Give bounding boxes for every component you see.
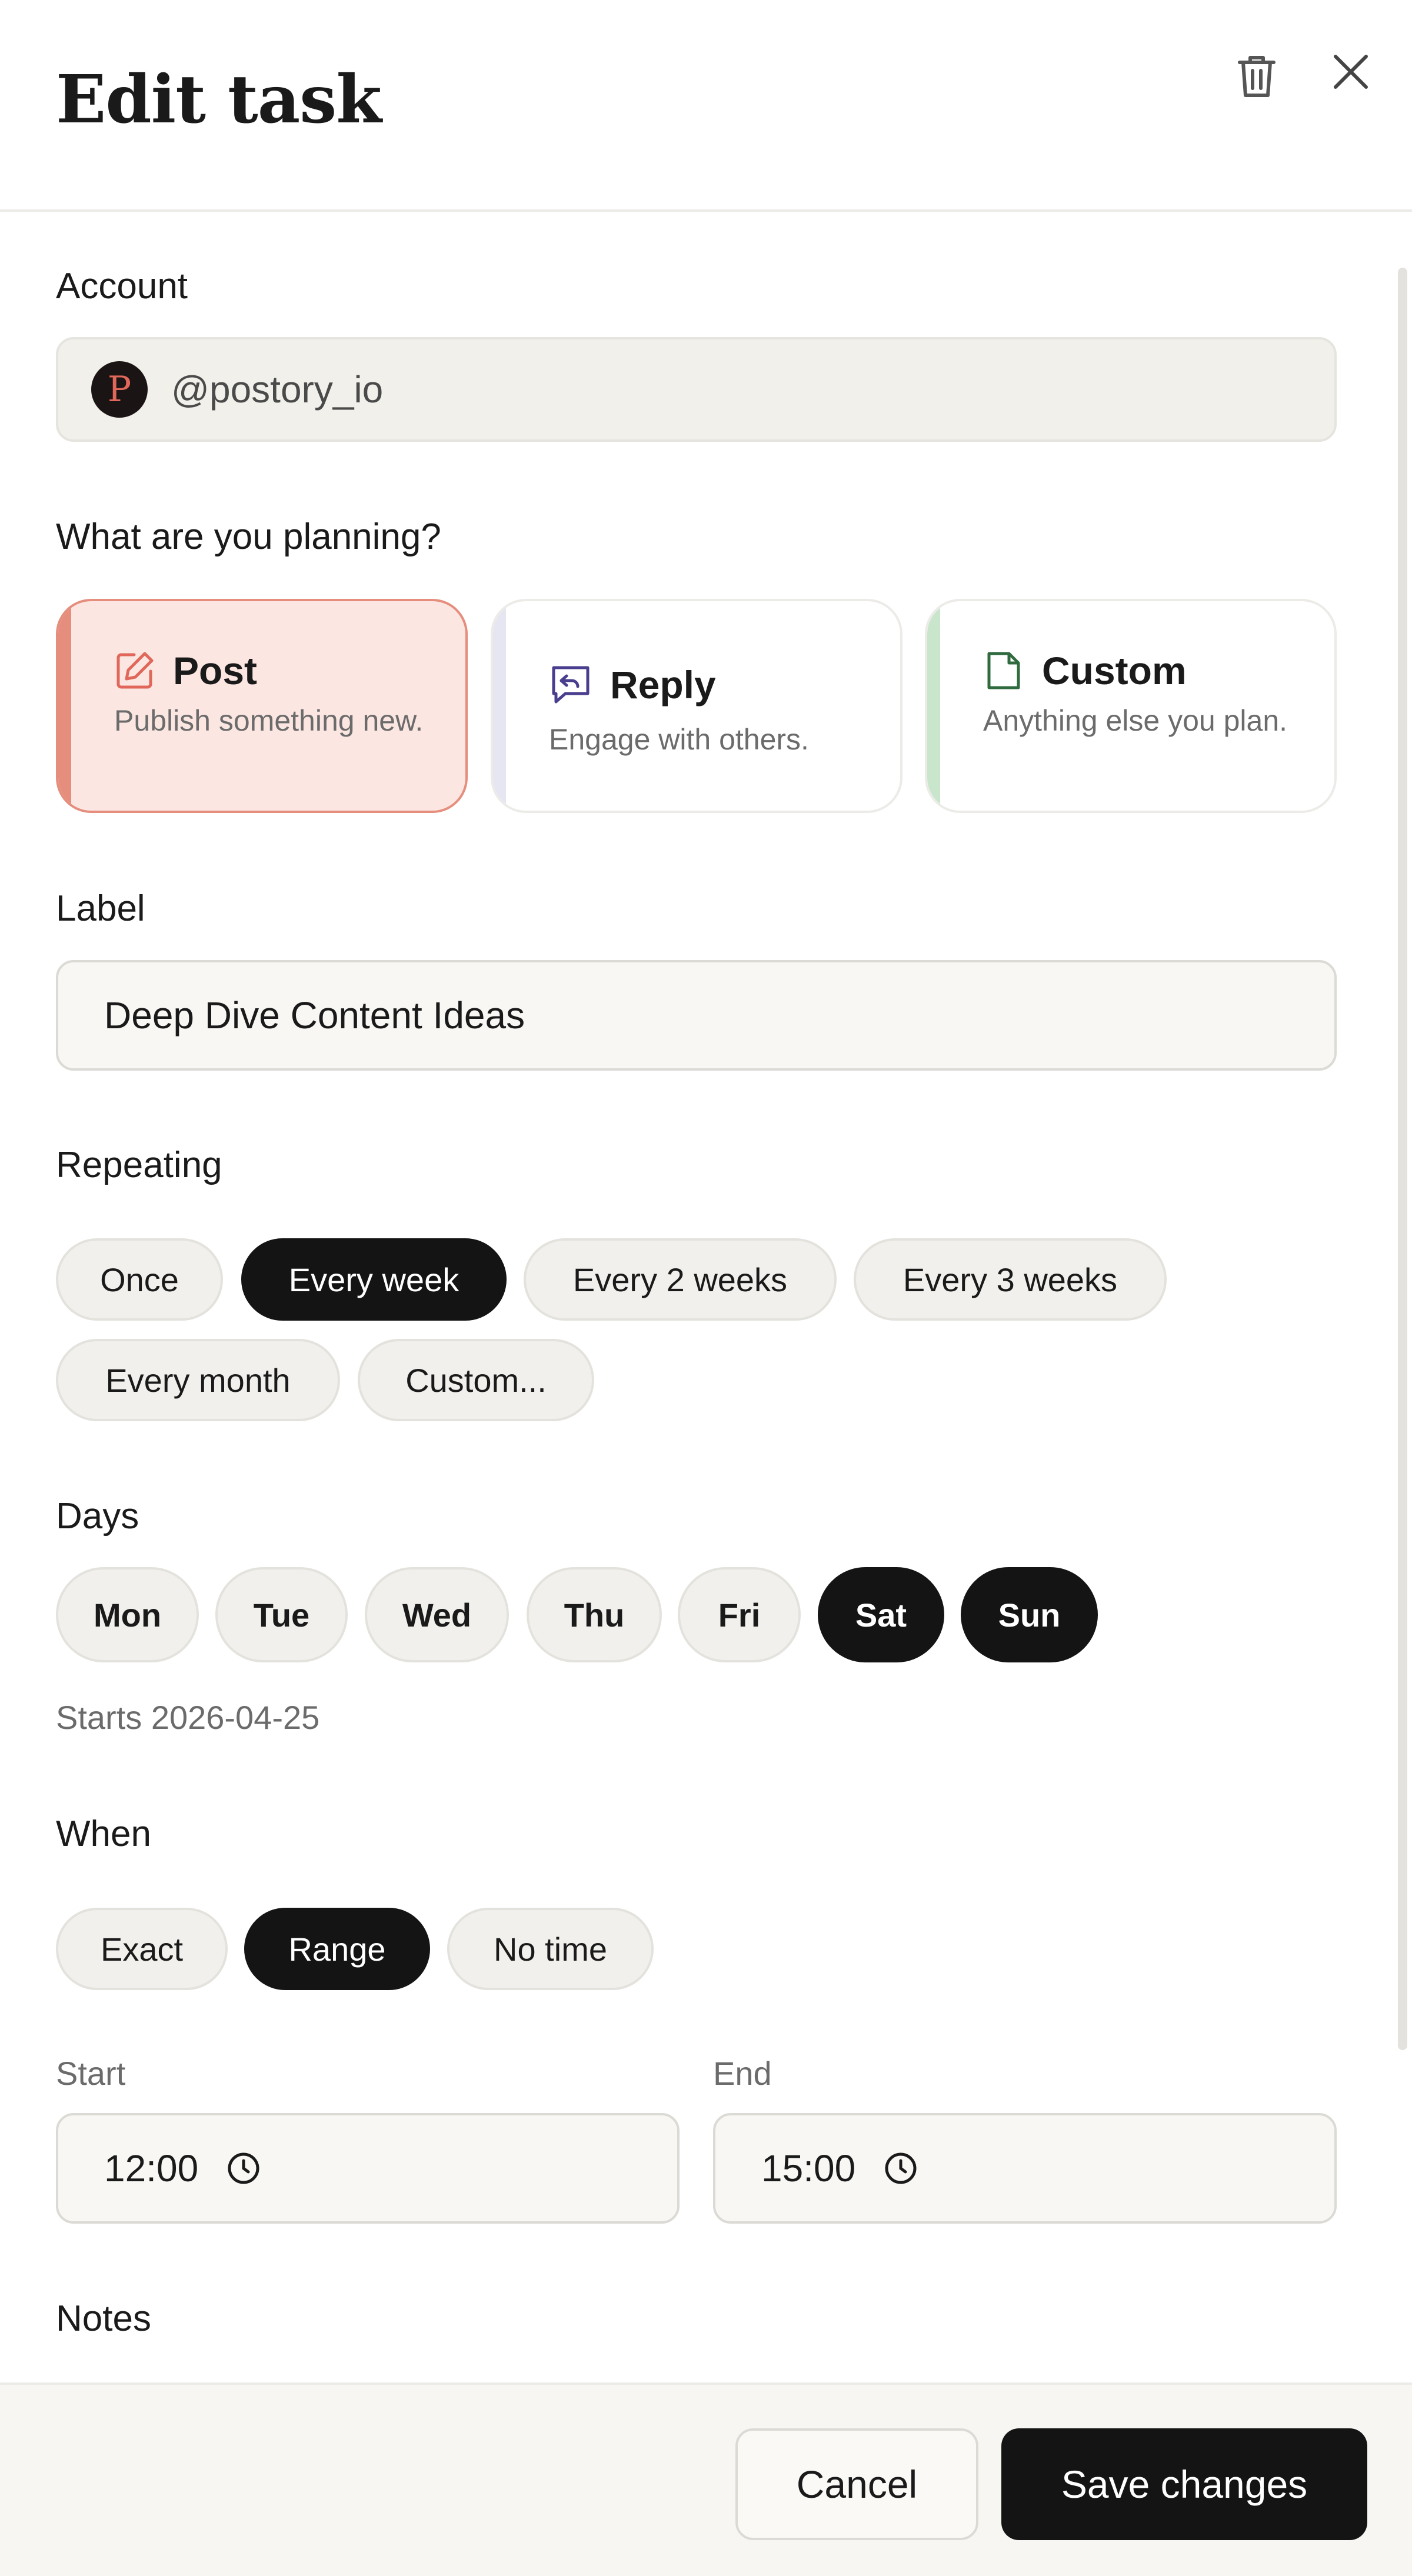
notes-label: Notes <box>56 2298 151 2339</box>
card-description: Anything else you plan. <box>983 704 1288 737</box>
type-card-custom[interactable]: Custom Anything else you plan. <box>925 599 1337 813</box>
start-time-value: 12:00 <box>104 2147 199 2190</box>
document-icon <box>987 652 1020 689</box>
account-field[interactable]: P @postory_io <box>56 337 1337 442</box>
end-time-input[interactable]: 15:00 <box>713 2113 1337 2224</box>
repeat-option-every-week[interactable]: Every week <box>241 1238 507 1321</box>
avatar: P <box>91 361 148 418</box>
dialog-header: Edit task <box>0 0 1412 212</box>
page-title: Edit task <box>56 61 382 138</box>
when-option-no-time[interactable]: No time <box>447 1908 654 1990</box>
card-accent-strip <box>927 601 940 811</box>
repeat-option-every-month[interactable]: Every month <box>56 1339 340 1421</box>
type-card-post[interactable]: Post Publish something new. <box>56 599 468 813</box>
account-label: Account <box>56 266 188 306</box>
day-thu[interactable]: Thu <box>527 1567 662 1662</box>
starts-date: Starts 2026-04-25 <box>56 1699 320 1736</box>
card-title: Reply <box>610 663 716 707</box>
scrollbar[interactable] <box>1398 268 1407 2050</box>
close-icon <box>1334 55 1368 89</box>
label-field-label: Label <box>56 888 145 929</box>
reply-icon <box>552 666 590 704</box>
when-label: When <box>56 1814 151 1854</box>
save-changes-button[interactable]: Save changes <box>1001 2428 1367 2540</box>
planning-label: What are you planning? <box>56 516 441 557</box>
days-label: Days <box>56 1496 139 1537</box>
type-card-reply[interactable]: Reply Engage with others. <box>491 599 903 813</box>
avatar-letter: P <box>107 369 132 410</box>
clock-icon <box>884 2151 918 2185</box>
card-description: Publish something new. <box>114 704 424 737</box>
delete-button[interactable] <box>1227 47 1286 106</box>
day-sat[interactable]: Sat <box>818 1567 944 1662</box>
start-time-input[interactable]: 12:00 <box>56 2113 680 2224</box>
card-accent-strip <box>493 601 506 811</box>
when-option-exact[interactable]: Exact <box>56 1908 228 1990</box>
clock-icon <box>227 2151 261 2185</box>
repeat-option-custom[interactable]: Custom... <box>358 1339 594 1421</box>
end-time-value: 15:00 <box>761 2147 856 2190</box>
day-fri[interactable]: Fri <box>678 1567 801 1662</box>
card-description: Engage with others. <box>549 723 809 756</box>
day-sun[interactable]: Sun <box>961 1567 1098 1662</box>
account-value: @postory_io <box>171 368 384 411</box>
repeating-label: Repeating <box>56 1145 222 1185</box>
trash-icon <box>1238 56 1276 97</box>
day-tue[interactable]: Tue <box>215 1567 348 1662</box>
repeat-option-every-2-weeks[interactable]: Every 2 weeks <box>524 1238 837 1321</box>
when-option-range[interactable]: Range <box>244 1908 430 1990</box>
edit-icon <box>116 652 154 689</box>
repeat-option-once[interactable]: Once <box>56 1238 223 1321</box>
cancel-button[interactable]: Cancel <box>735 2428 978 2540</box>
start-time-label: Start <box>56 2055 126 2092</box>
card-accent-strip <box>58 601 71 811</box>
day-mon[interactable]: Mon <box>56 1567 199 1662</box>
label-input[interactable]: Deep Dive Content Ideas <box>56 960 1337 1071</box>
day-wed[interactable]: Wed <box>365 1567 509 1662</box>
card-title: Custom <box>1042 649 1187 692</box>
end-time-label: End <box>713 2055 772 2092</box>
card-title: Post <box>173 649 258 692</box>
repeat-option-every-3-weeks[interactable]: Every 3 weeks <box>854 1238 1167 1321</box>
close-button[interactable] <box>1321 42 1380 101</box>
